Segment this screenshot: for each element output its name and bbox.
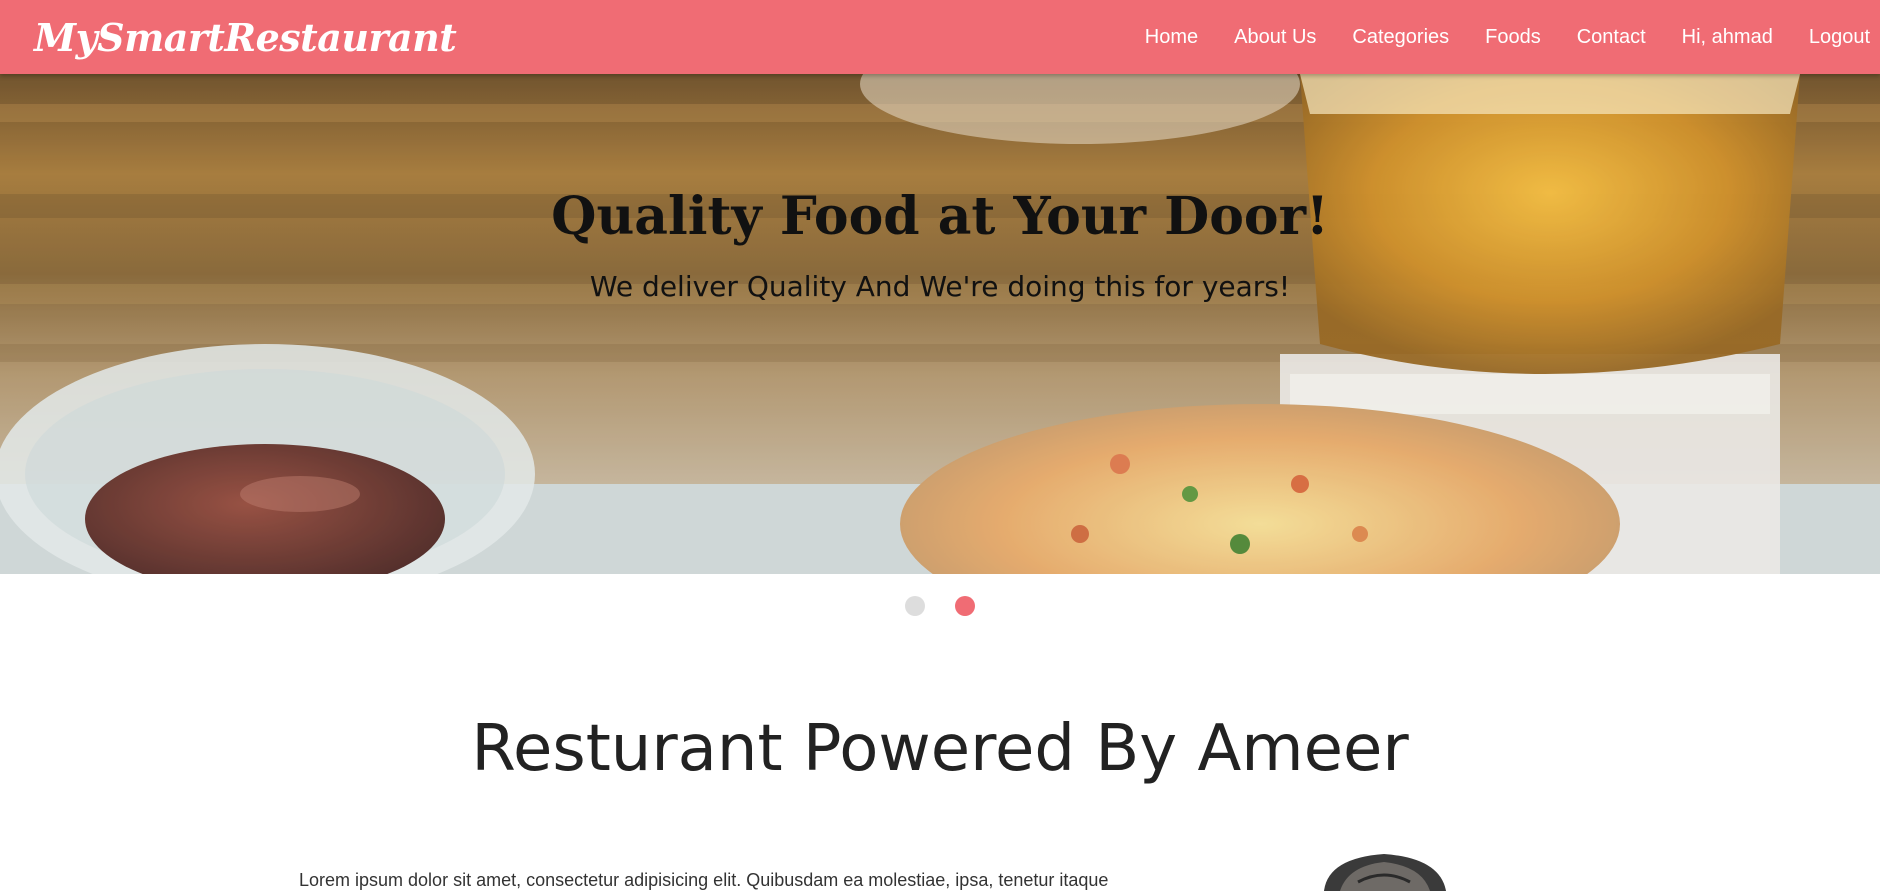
carousel-indicator-2[interactable] bbox=[955, 596, 975, 616]
nav-logout-link[interactable]: Logout bbox=[1791, 26, 1870, 49]
chef-avatar-image bbox=[1324, 854, 1446, 891]
hero-food-image bbox=[0, 74, 1880, 574]
nav-foods-link[interactable]: Foods bbox=[1467, 26, 1559, 49]
brand-logo[interactable]: MySmartRestaurant bbox=[34, 15, 457, 60]
navbar: MySmartRestaurant Home About Us Categori… bbox=[0, 0, 1880, 74]
carousel-indicator-1[interactable] bbox=[905, 596, 925, 616]
about-title: Resturant Powered By Ameer bbox=[471, 712, 1409, 786]
nav-about-link[interactable]: About Us bbox=[1216, 26, 1334, 49]
hero-title: Quality Food at Your Door! bbox=[551, 186, 1329, 247]
about-text: Lorem ipsum dolor sit amet, consectetur … bbox=[299, 870, 1109, 890]
hero-subtitle: We deliver Quality And We're doing this … bbox=[589, 270, 1291, 303]
nav-home-link[interactable]: Home bbox=[1127, 26, 1216, 49]
nav-links: Home About Us Categories Foods Contact H… bbox=[1127, 26, 1870, 49]
carousel-indicators bbox=[0, 596, 1880, 616]
nav-categories-link[interactable]: Categories bbox=[1334, 26, 1467, 49]
nav-user-greeting[interactable]: Hi, ahmad bbox=[1664, 26, 1791, 49]
hero-carousel: Quality Food at Your Door! We deliver Qu… bbox=[0, 74, 1880, 574]
nav-contact-link[interactable]: Contact bbox=[1559, 26, 1664, 49]
